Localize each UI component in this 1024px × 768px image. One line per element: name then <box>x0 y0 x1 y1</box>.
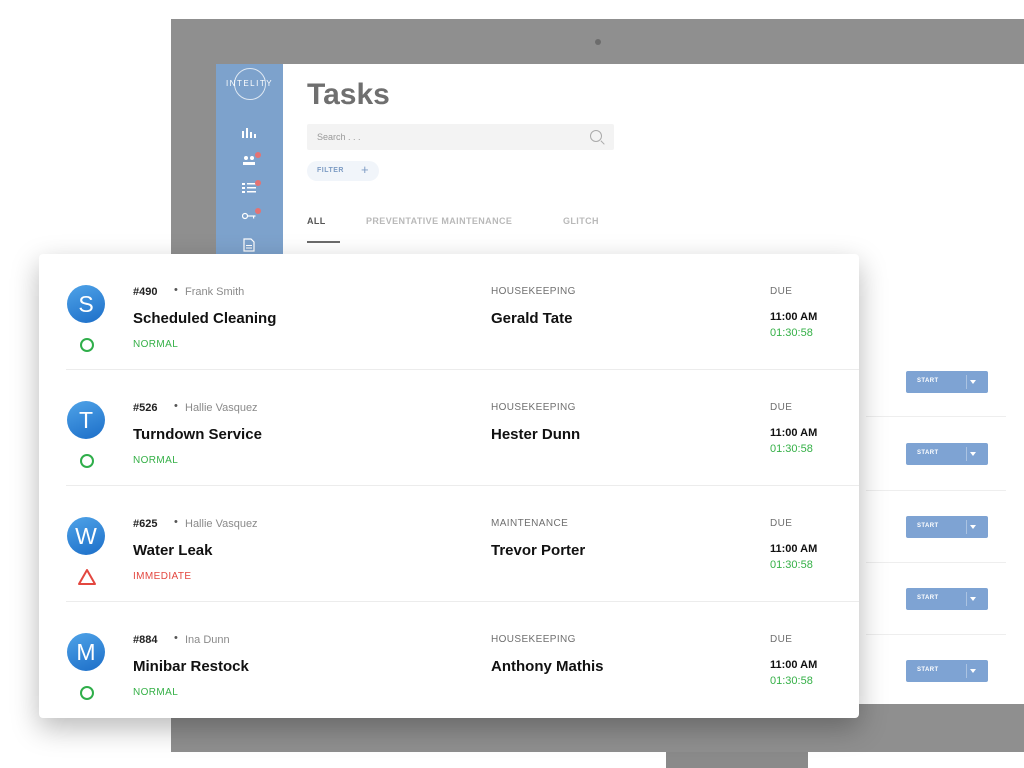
task-title[interactable]: Minibar Restock <box>133 658 249 675</box>
normal-status-icon <box>80 686 94 700</box>
list-divider <box>866 562 1006 563</box>
camera-dot <box>595 39 601 45</box>
bar-chart-icon[interactable] <box>241 126 257 140</box>
tab-preventative-maintenance[interactable]: PREVENTATIVE MAINTENANCE <box>366 216 512 226</box>
task-requester: Hallie Vasquez <box>185 518 258 530</box>
list-divider <box>866 490 1006 491</box>
avatar: W <box>67 517 105 555</box>
filter-chip[interactable]: FILTER + <box>307 161 379 181</box>
due-time: 11:00 AM <box>770 427 818 439</box>
countdown-timer: 01:30:58 <box>770 443 813 455</box>
start-button-label: START <box>917 450 939 456</box>
priority-label: NORMAL <box>133 687 179 698</box>
bullet-separator: • <box>174 284 178 296</box>
task-list-card: S #490 • Frank Smith Scheduled Cleaning … <box>39 254 859 718</box>
task-requester: Ina Dunn <box>185 634 230 646</box>
task-title[interactable]: Water Leak <box>133 542 212 559</box>
start-button[interactable]: START <box>906 516 988 538</box>
caret-down-icon[interactable] <box>970 380 976 384</box>
filter-label: FILTER <box>317 167 344 174</box>
due-label: DUE <box>770 402 793 413</box>
caret-down-icon[interactable] <box>970 452 976 456</box>
due-label: DUE <box>770 286 793 297</box>
tab-all[interactable]: ALL <box>307 216 326 226</box>
task-row[interactable]: T #526 • Hallie Vasquez Turndown Service… <box>39 370 859 486</box>
monitor-stand <box>666 752 808 768</box>
department-label: MAINTENANCE <box>491 518 569 529</box>
task-number: #625 <box>133 518 158 530</box>
task-number: #884 <box>133 634 158 646</box>
task-title[interactable]: Scheduled Cleaning <box>133 310 276 327</box>
button-separator <box>966 664 967 678</box>
department-label: HOUSEKEEPING <box>491 402 576 413</box>
notification-badge <box>255 208 261 214</box>
document-icon[interactable] <box>241 238 257 252</box>
task-number: #490 <box>133 286 158 298</box>
countdown-timer: 01:30:58 <box>770 559 813 571</box>
button-separator <box>966 447 967 461</box>
priority-label: NORMAL <box>133 455 179 466</box>
search-icon[interactable] <box>590 130 602 142</box>
button-separator <box>966 592 967 606</box>
task-requester: Hallie Vasquez <box>185 402 258 414</box>
due-time: 11:00 AM <box>770 311 818 323</box>
start-button-label: START <box>917 523 939 529</box>
department-label: HOUSEKEEPING <box>491 286 576 297</box>
due-label: DUE <box>770 518 793 529</box>
start-button-label: START <box>917 378 939 384</box>
assignee-name: Trevor Porter <box>491 542 586 559</box>
start-button[interactable]: START <box>906 443 988 465</box>
search-input[interactable] <box>317 130 567 144</box>
active-tab-indicator <box>307 241 340 243</box>
countdown-timer: 01:30:58 <box>770 675 813 687</box>
task-requester: Frank Smith <box>185 286 245 298</box>
task-title[interactable]: Turndown Service <box>133 426 262 443</box>
bullet-separator: • <box>174 400 178 412</box>
countdown-timer: 01:30:58 <box>770 327 813 339</box>
task-row[interactable]: S #490 • Frank Smith Scheduled Cleaning … <box>39 254 859 370</box>
priority-label: IMMEDIATE <box>133 571 192 582</box>
notification-badge <box>255 180 261 186</box>
caret-down-icon[interactable] <box>970 669 976 673</box>
stage: INTELITY Tasks Search . . . FILTER + ALL… <box>0 0 1024 768</box>
start-button[interactable]: START <box>906 371 988 393</box>
avatar: T <box>67 401 105 439</box>
warning-triangle-icon <box>78 569 96 585</box>
notification-badge <box>255 152 261 158</box>
due-time: 11:00 AM <box>770 659 818 671</box>
page-title: Tasks <box>307 78 390 111</box>
list-divider <box>866 634 1006 635</box>
caret-down-icon[interactable] <box>970 597 976 601</box>
avatar: M <box>67 633 105 671</box>
tab-glitch[interactable]: GLITCH <box>563 216 599 226</box>
due-time: 11:00 AM <box>770 543 818 555</box>
priority-label: NORMAL <box>133 339 179 350</box>
button-separator <box>966 375 967 389</box>
normal-status-icon <box>80 454 94 468</box>
start-button-label: START <box>917 595 939 601</box>
assignee-name: Anthony Mathis <box>491 658 604 675</box>
start-button[interactable]: START <box>906 660 988 682</box>
avatar: S <box>67 285 105 323</box>
search-bar[interactable] <box>307 124 614 150</box>
due-label: DUE <box>770 634 793 645</box>
button-separator <box>966 520 967 534</box>
task-number: #526 <box>133 402 158 414</box>
start-button[interactable]: START <box>906 588 988 610</box>
task-row[interactable]: M #884 • Ina Dunn Minibar Restock NORMAL… <box>39 602 859 718</box>
caret-down-icon[interactable] <box>970 525 976 529</box>
assignee-name: Hester Dunn <box>491 426 581 443</box>
department-label: HOUSEKEEPING <box>491 634 576 645</box>
assignee-name: Gerald Tate <box>491 310 573 327</box>
bullet-separator: • <box>174 516 178 528</box>
normal-status-icon <box>80 338 94 352</box>
plus-icon[interactable]: + <box>361 163 369 177</box>
bullet-separator: • <box>174 632 178 644</box>
app-logo: INTELITY <box>225 79 274 88</box>
start-button-label: START <box>917 667 939 673</box>
task-row[interactable]: W #625 • Hallie Vasquez Water Leak IMMED… <box>39 486 859 602</box>
list-divider <box>866 416 1006 417</box>
